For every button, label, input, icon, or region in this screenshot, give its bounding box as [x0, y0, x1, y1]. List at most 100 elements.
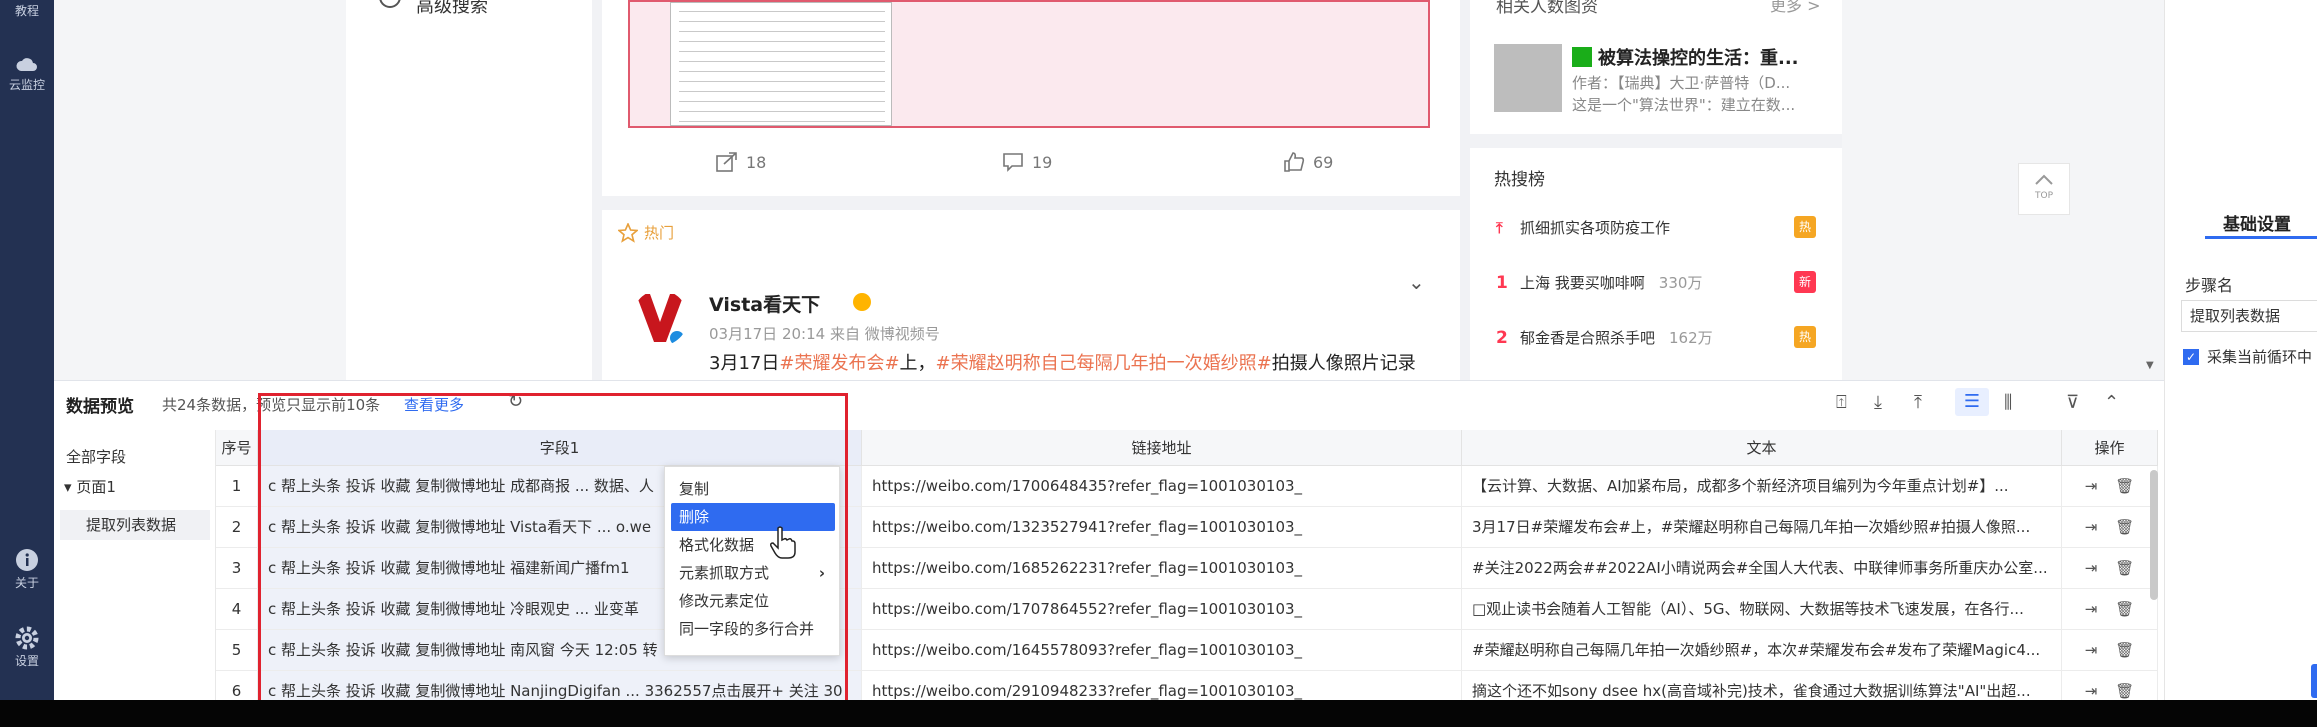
table-cell-text[interactable]: #荣耀赵明称自己每隔几年拍一次婚纱照#，本次#荣耀发布会#发布了荣耀Magic4…: [1462, 630, 2062, 671]
table-scrollbar[interactable]: [2150, 470, 2158, 600]
locate-icon[interactable]: ⇥: [2085, 518, 2098, 536]
book-title[interactable]: 被算法操控的生活：重...: [1572, 44, 1799, 70]
chevron-down-icon[interactable]: ⌄: [1408, 270, 1425, 294]
column-header-link[interactable]: 链接地址: [862, 430, 1462, 466]
upload-icon[interactable]: ⤒: [1914, 392, 1922, 413]
nav-about-label: 关于: [14, 576, 39, 590]
table-cell-text[interactable]: #关注2022两会##2022AI小晴说两会#全国人大代表、中联律师事务所重庆办…: [1462, 548, 2062, 589]
vista-logo-icon: [636, 294, 684, 345]
export-icon[interactable]: ⍐: [1836, 392, 1847, 413]
table-cell-no[interactable]: 5: [216, 630, 258, 671]
avatar[interactable]: [632, 290, 688, 346]
menu-item-delete[interactable]: 删除: [671, 503, 835, 531]
nav-cloud-monitor-label: 云监控: [8, 78, 45, 92]
related-more-link[interactable]: 更多 >: [1770, 0, 1821, 16]
collect-loop-checkbox[interactable]: ✓ 采集当前循环中: [2183, 346, 2312, 367]
table-cell-link[interactable]: https://weibo.com/1700648435?refer_flag=…: [862, 466, 1462, 507]
trash-icon[interactable]: 🗑: [2115, 682, 2134, 700]
scroll-down-arrow-icon[interactable]: ▼: [2146, 360, 2154, 371]
locate-icon[interactable]: ⇥: [2085, 600, 2098, 618]
menu-item-merge-rows[interactable]: 同一字段的多行合并: [671, 615, 835, 643]
hot-list-item[interactable]: 1 上海 我要买咖啡啊 330万: [1496, 272, 1702, 293]
table-cell-text[interactable]: □观止读书会随着人工智能（AI）、5G、物联网、大数据等技术飞速发展，在各行..…: [1462, 589, 2062, 630]
step-name-input[interactable]: 提取列表数据: [2181, 300, 2317, 332]
left-nav: 教程 云监控 关于 设置: [0, 0, 54, 700]
hot-list-item[interactable]: ⤒ 抓细抓实各项防疫工作: [1496, 217, 1670, 238]
advanced-search-link[interactable]: 高级搜索: [378, 0, 488, 18]
menu-item-modify-locator[interactable]: 修改元素定位: [671, 587, 835, 615]
menu-item-format-data[interactable]: 格式化数据: [671, 531, 835, 559]
web-margin-right: [1842, 0, 2164, 380]
like-button[interactable]: 69: [1283, 152, 1333, 172]
post-hashtag[interactable]: #荣耀赵明称自己每隔几年拍一次婚纱照#: [936, 353, 1272, 374]
post-hashtag[interactable]: #荣耀发布会#: [779, 353, 899, 374]
book-title-text: 被算法操控的生活：重...: [1598, 48, 1799, 69]
book-icon: [1572, 47, 1592, 67]
hot-item-text: 上海 我要买咖啡啊: [1520, 274, 1645, 292]
collect-loop-label: 采集当前循环中: [2207, 348, 2313, 366]
book-cover[interactable]: [1494, 44, 1562, 112]
thumbs-up-icon: [1284, 152, 1305, 172]
table-cell-link[interactable]: https://weibo.com/1685262231?refer_flag=…: [862, 548, 1462, 589]
nav-settings-label: 设置: [14, 654, 39, 668]
column-header-index: 序号: [216, 430, 258, 466]
info-icon: [16, 549, 38, 571]
data-preview-title: 数据预览: [66, 397, 134, 417]
row-actions: ⇥ 🗑: [2062, 507, 2158, 548]
post-text-part: 拍摄人像照片记录: [1271, 353, 1416, 374]
column-header-text[interactable]: 文本: [1462, 430, 2062, 466]
column-view-icon[interactable]: ⫼: [2004, 392, 2012, 413]
trash-icon[interactable]: 🗑: [2115, 477, 2134, 495]
menu-item-element-capture-label: 元素抓取方式: [679, 564, 770, 582]
nav-settings[interactable]: 设置: [0, 626, 54, 669]
locate-icon[interactable]: ⇥: [2085, 682, 2098, 700]
tree-step-item[interactable]: 提取列表数据: [60, 510, 210, 540]
table-cell-text[interactable]: 3月17日#荣耀发布会#上，#荣耀赵明称自己每隔几年拍一次婚纱照#拍摄人像照..…: [1462, 507, 2062, 548]
table-cell-no[interactable]: 1: [216, 466, 258, 507]
hot-badge: 热: [1794, 216, 1816, 238]
table-cell-no[interactable]: 2: [216, 507, 258, 548]
tree-page[interactable]: ▾ 页面1: [64, 476, 116, 497]
locate-icon[interactable]: ⇥: [2085, 559, 2098, 577]
trash-icon[interactable]: 🗑: [2115, 559, 2134, 577]
table-cell-link[interactable]: https://weibo.com/1323527941?refer_flag=…: [862, 507, 1462, 548]
comment-button[interactable]: 19: [1002, 152, 1052, 172]
trash-icon[interactable]: 🗑: [2115, 518, 2134, 536]
table-cell-link[interactable]: https://weibo.com/1707864552?refer_flag=…: [862, 589, 1462, 630]
chevron-right-icon: ›: [818, 564, 825, 582]
context-menu: 复制 删除 格式化数据 元素抓取方式 › 修改元素定位 同一字段的多行合并: [664, 466, 840, 656]
collapse-icon[interactable]: ⌃: [2104, 392, 2119, 413]
tree-all-fields[interactable]: 全部字段: [66, 446, 126, 467]
share-button[interactable]: 18: [716, 152, 766, 172]
web-margin-left: [54, 0, 346, 380]
filter-icon[interactable]: ⊽: [2066, 392, 2079, 413]
post-image[interactable]: [628, 0, 1430, 128]
menu-item-element-capture[interactable]: 元素抓取方式 ›: [671, 559, 835, 587]
row-actions: ⇥ 🗑: [2062, 466, 2158, 507]
post-username[interactable]: Vista看天下: [709, 290, 820, 317]
row-actions: ⇥ 🗑: [2062, 630, 2158, 671]
hot-list-item[interactable]: 2 郁金香是合照杀手吧 162万: [1496, 327, 1713, 348]
download-icon[interactable]: ⤓: [1874, 392, 1882, 413]
step-name-label: 步骤名: [2185, 276, 2234, 295]
table-cell-no[interactable]: 4: [216, 589, 258, 630]
table-cell-text[interactable]: 【云计算、大数据、AI加紧布局，成都多个新经济项目编列为今年重点计划#】...: [1462, 466, 2062, 507]
settings-panel: 基础设置 步骤名 提取列表数据 ✓ 采集当前循环中: [2164, 0, 2317, 700]
list-view-icon[interactable]: ☰: [1955, 388, 1989, 416]
locate-icon[interactable]: ⇥: [2085, 477, 2098, 495]
panel-action-button[interactable]: [2311, 664, 2317, 698]
trash-icon[interactable]: 🗑: [2115, 641, 2134, 659]
nav-cloud-monitor[interactable]: 云监控: [0, 56, 54, 93]
table-cell-link[interactable]: https://weibo.com/1645578093?refer_flag=…: [862, 630, 1462, 671]
trash-icon[interactable]: 🗑: [2115, 600, 2134, 618]
menu-item-copy[interactable]: 复制: [671, 475, 835, 503]
table-cell-no[interactable]: 3: [216, 548, 258, 589]
nav-tutorial[interactable]: 教程: [0, 2, 54, 19]
window-bottom-edge: [0, 700, 2317, 727]
tab-basic-settings[interactable]: 基础设置: [2223, 210, 2291, 235]
back-to-top-button[interactable]: TOP: [2018, 163, 2070, 215]
locate-icon[interactable]: ⇥: [2085, 641, 2098, 659]
nav-about[interactable]: 关于: [0, 548, 54, 591]
book-author: 作者：【瑞典】大卫·萨普特（D...: [1572, 74, 1791, 92]
gear-icon: [15, 626, 39, 650]
